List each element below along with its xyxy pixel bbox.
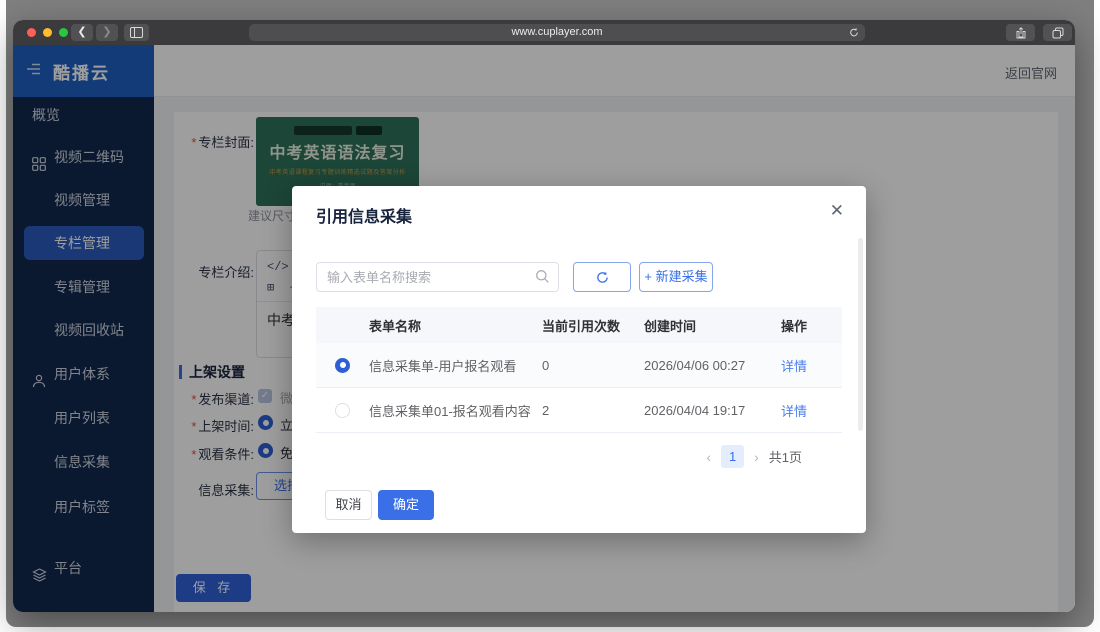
tabs-overview-button[interactable] [1043, 24, 1072, 41]
detail-link[interactable]: 详情 [781, 404, 807, 419]
created-time: 2026/04/06 00:27 [644, 357, 746, 373]
reference-info-collect-dialog: 引用信息采集 ✕ + 新建采集 [292, 186, 866, 533]
search-icon [535, 269, 550, 289]
browser-chrome: ❮ ❯ www.cuplayer.com [13, 20, 1075, 45]
created-time: 2026/04/04 19:17 [644, 402, 746, 418]
modal-scrollbar[interactable] [858, 238, 863, 431]
back-button[interactable]: ❮ [71, 24, 93, 41]
total-pages: 共1页 [768, 450, 802, 465]
share-icon [1016, 26, 1025, 38]
browser-window: ❮ ❯ www.cuplayer.com 酷播云 概览 视频二维码 视频管理 专… [13, 20, 1075, 612]
url-text: www.cuplayer.com [511, 26, 603, 38]
confirm-button[interactable]: 确定 [378, 490, 434, 520]
ref-count: 0 [542, 357, 550, 373]
detail-link[interactable]: 详情 [781, 359, 807, 374]
url-bar[interactable]: www.cuplayer.com [249, 24, 865, 41]
row-radio-checked[interactable] [335, 357, 350, 373]
close-icon[interactable]: ✕ [830, 202, 844, 219]
forms-table: 表单名称 当前引用次数 创建时间 操作 信息采集单-用户报名观看 0 2026/… [316, 307, 842, 433]
tabs-icon [1052, 27, 1063, 38]
table-row[interactable]: 信息采集单01-报名观看内容 2 2026/04/04 19:17 详情 [316, 388, 842, 433]
col-form-name: 表单名称 [369, 318, 422, 334]
prev-page-icon[interactable]: ‹ [706, 449, 711, 465]
form-name: 信息采集单-用户报名观看 [369, 358, 517, 374]
maximize-window-button[interactable] [59, 28, 68, 37]
dialog-title: 引用信息采集 [316, 209, 413, 226]
close-window-button[interactable] [27, 28, 36, 37]
refresh-list-button[interactable] [573, 262, 631, 292]
col-created-time: 创建时间 [644, 318, 697, 334]
row-radio-unchecked[interactable] [335, 402, 350, 418]
table-header-row: 表单名称 当前引用次数 创建时间 操作 [316, 307, 842, 343]
refresh-page-icon[interactable] [849, 27, 859, 44]
refresh-icon [596, 271, 608, 283]
form-name: 信息采集单01-报名观看内容 [369, 403, 531, 419]
next-page-icon[interactable]: › [754, 449, 759, 465]
traffic-lights [27, 28, 68, 37]
app-viewport: 酷播云 概览 视频二维码 视频管理 专栏管理 专辑管理 视频回收站 用户体系 用… [13, 45, 1075, 612]
minimize-window-button[interactable] [43, 28, 52, 37]
col-action: 操作 [781, 318, 808, 334]
pagination: ‹ 1 › 共1页 [706, 445, 802, 468]
col-ref-count: 当前引用次数 [542, 318, 621, 334]
share-button[interactable] [1006, 24, 1035, 41]
cancel-button[interactable]: 取消 [325, 490, 372, 520]
forward-button[interactable]: ❯ [96, 24, 118, 41]
sidebar-toggle-button[interactable] [124, 24, 149, 41]
page-number[interactable]: 1 [721, 445, 745, 468]
new-collect-button[interactable]: + 新建采集 [639, 262, 713, 292]
table-row[interactable]: 信息采集单-用户报名观看 0 2026/04/06 00:27 详情 [316, 343, 842, 388]
form-search [316, 262, 559, 292]
ref-count: 2 [542, 402, 550, 418]
sidebar-toggle-icon [130, 27, 143, 38]
search-input[interactable] [316, 262, 559, 292]
